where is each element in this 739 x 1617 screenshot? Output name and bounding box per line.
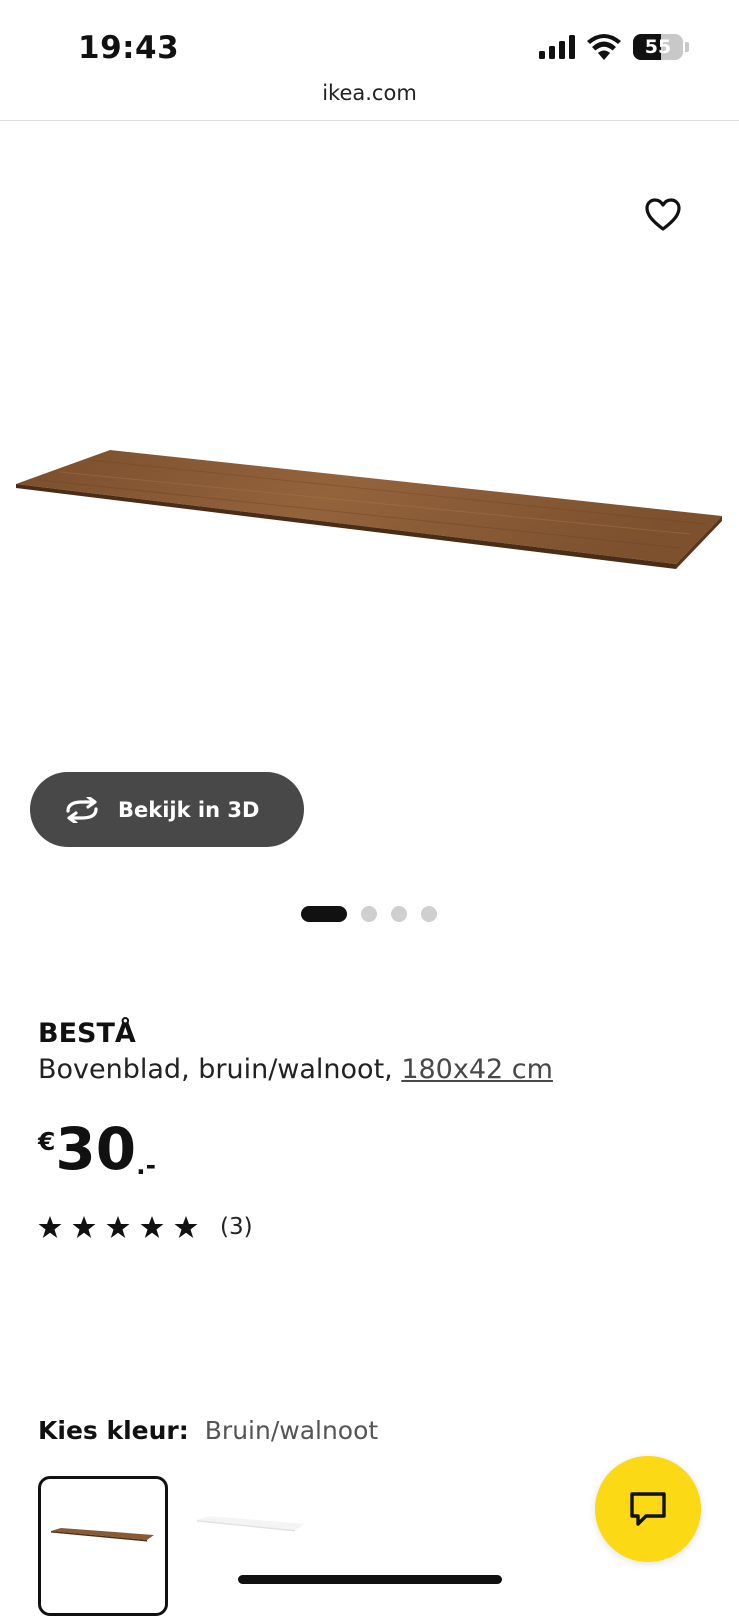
- carousel-dots[interactable]: [301, 906, 437, 922]
- color-swatch-white[interactable]: [195, 1510, 315, 1540]
- star-icon: [106, 1216, 130, 1238]
- color-label: Kies kleur:: [38, 1416, 189, 1445]
- product-type: Bovenblad, bruin/walnoot,: [38, 1054, 402, 1085]
- status-icons: 55: [539, 34, 689, 60]
- url-bar[interactable]: ikea.com: [0, 78, 739, 121]
- rating-count[interactable]: (3): [220, 1214, 253, 1240]
- home-indicator: [238, 1575, 502, 1584]
- star-icon: [174, 1216, 198, 1238]
- battery-icon: 55: [633, 34, 683, 60]
- carousel-dot-4[interactable]: [421, 906, 437, 922]
- product-image[interactable]: [0, 430, 739, 580]
- chat-button[interactable]: [595, 1456, 701, 1562]
- battery-level: 55: [644, 36, 672, 58]
- color-selected-value: Bruin/walnoot: [204, 1416, 379, 1445]
- product-rating[interactable]: (3): [38, 1214, 253, 1240]
- star-icon: [38, 1216, 62, 1238]
- cellular-signal-icon: [539, 35, 575, 59]
- color-swatch-walnut[interactable]: [38, 1476, 168, 1616]
- carousel-dot-3[interactable]: [391, 906, 407, 922]
- view-3d-label: Bekijk in 3D: [118, 797, 260, 822]
- carousel-dot-2[interactable]: [361, 906, 377, 922]
- star-icon: [72, 1216, 96, 1238]
- heart-outline-icon: [645, 198, 681, 231]
- price-amount: 30: [55, 1115, 137, 1183]
- status-time: 19:43: [78, 30, 180, 66]
- status-bar: 19:43 55: [0, 0, 739, 80]
- price-currency: €: [38, 1127, 56, 1156]
- rotate-3d-icon: [66, 796, 98, 823]
- favorite-button[interactable]: [638, 190, 688, 240]
- star-icon: [140, 1216, 164, 1238]
- chat-bubble-icon: [630, 1492, 666, 1526]
- color-picker-header: Kies kleur: Bruin/walnoot: [38, 1416, 378, 1445]
- price-suffix: .-: [136, 1151, 156, 1180]
- view-3d-button[interactable]: Bekijk in 3D: [30, 772, 304, 847]
- carousel-dot-1[interactable]: [301, 906, 347, 922]
- product-description: Bovenblad, bruin/walnoot, 180x42 cm: [38, 1054, 553, 1085]
- wifi-icon: [587, 34, 621, 60]
- product-price: € 30 .-: [38, 1117, 156, 1181]
- product-name: BESTÅ: [38, 1018, 136, 1049]
- url-text[interactable]: ikea.com: [322, 81, 417, 105]
- swatch-walnut-image: [51, 1528, 154, 1542]
- product-size-link[interactable]: 180x42 cm: [401, 1054, 553, 1085]
- battery-cap: [685, 42, 689, 52]
